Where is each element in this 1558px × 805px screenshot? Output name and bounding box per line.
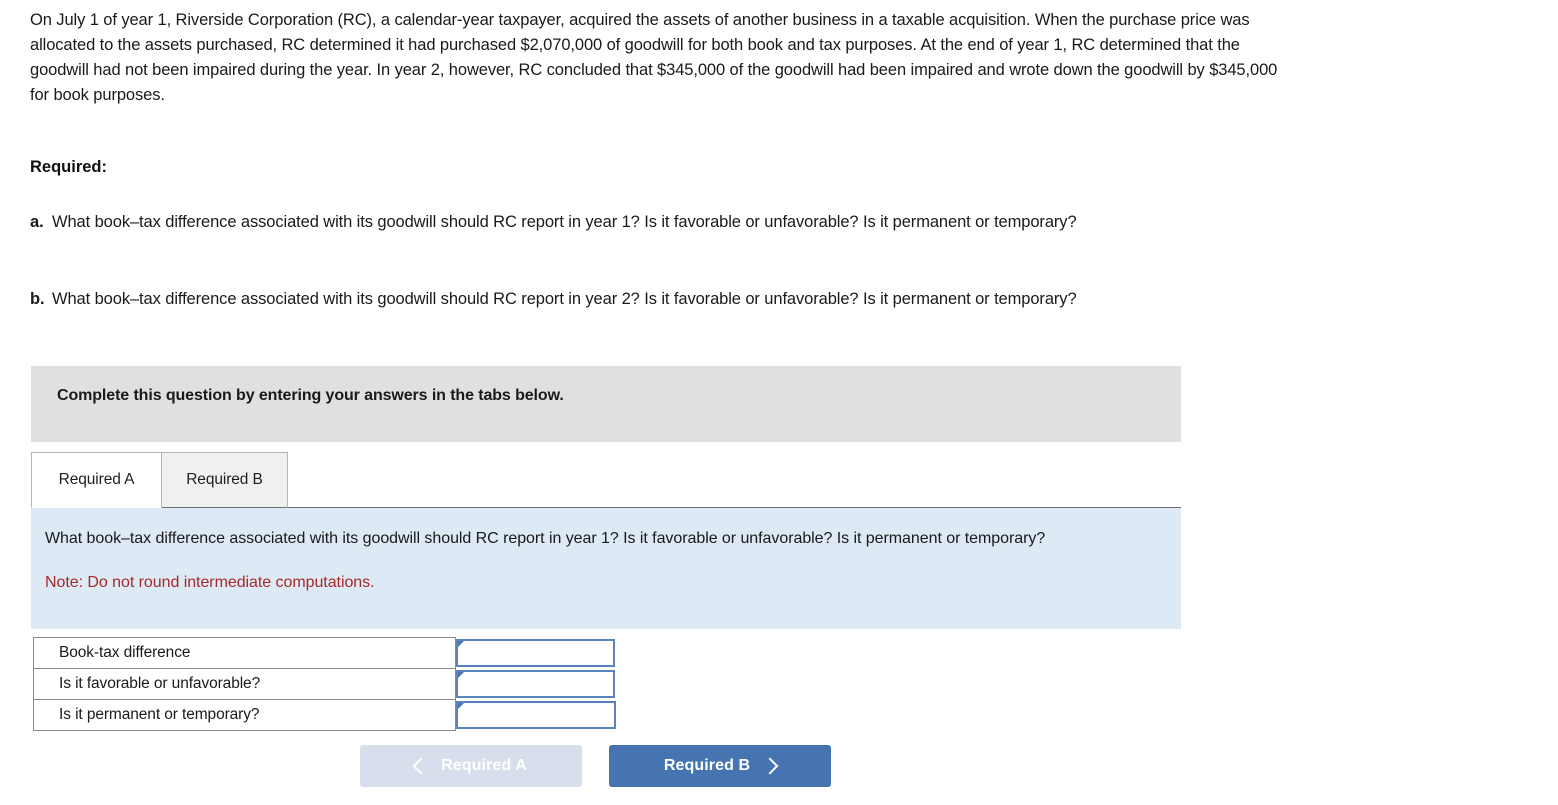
answer-input-permanent-or-temporary[interactable] (466, 703, 612, 729)
navigation-buttons: Required A Required B (360, 745, 1060, 790)
tab-required-b[interactable]: Required B (161, 452, 288, 508)
dropdown-marker-icon (458, 703, 464, 715)
instruction-bar: Complete this question by entering your … (31, 366, 1181, 442)
tab-required-a[interactable]: Required A (31, 452, 162, 508)
table-row: Is it favorable or unfavorable? (33, 668, 617, 700)
entry-box-1 (456, 670, 615, 698)
entry-box-0 (456, 639, 615, 667)
answer-row-label-2: Is it permanent or temporary? (33, 699, 456, 731)
instruction-bar-text: Complete this question by entering your … (57, 387, 564, 404)
next-button-label: Required B (663, 757, 751, 774)
next-required-b-button[interactable]: Required B (609, 745, 831, 787)
problem-statement: On July 1 of year 1, Riverside Corporati… (30, 11, 1278, 104)
answer-row-label-1: Is it favorable or unfavorable? (33, 668, 456, 700)
required-item-b-marker: b. (30, 290, 45, 308)
dropdown-marker-icon (458, 672, 464, 684)
question-page: On July 1 of year 1, Riverside Corporati… (0, 0, 1558, 805)
answer-row-entry-1 (455, 668, 617, 700)
question-panel-question: What book–tax difference associated with… (45, 530, 1046, 547)
tab-strip: Required A Required B (31, 452, 1181, 508)
dropdown-marker-icon (458, 641, 464, 653)
prev-required-a-button[interactable]: Required A (360, 745, 582, 787)
answer-row-entry-2 (455, 699, 617, 731)
chevron-right-icon (761, 757, 779, 775)
required-item-b: b. What book–tax difference associated wi… (30, 287, 1307, 312)
question-panel-note: Note: Do not round intermediate computat… (45, 574, 375, 591)
answer-table: Book-tax difference Is it favorable or u… (33, 637, 617, 731)
required-item-a-text: What book–tax difference associated with… (52, 213, 1077, 231)
table-row: Is it permanent or temporary? (33, 699, 617, 731)
table-row: Book-tax difference (33, 637, 617, 669)
answer-row-label-0: Book-tax difference (33, 637, 456, 669)
answer-input-book-tax-difference[interactable] (466, 641, 611, 667)
entry-box-2 (456, 701, 616, 729)
answer-input-favorable-or-unfavorable[interactable] (466, 672, 611, 698)
required-heading: Required: (30, 158, 108, 176)
required-item-b-text: What book–tax difference associated with… (52, 290, 1077, 308)
chevron-left-icon (412, 757, 430, 775)
prev-button-label: Required A (441, 757, 527, 774)
required-item-a: a. What book–tax difference associated wi… (30, 210, 1307, 235)
required-item-a-marker: a. (30, 213, 44, 231)
answer-row-entry-0 (455, 637, 617, 669)
question-panel: What book–tax difference associated with… (31, 507, 1181, 629)
